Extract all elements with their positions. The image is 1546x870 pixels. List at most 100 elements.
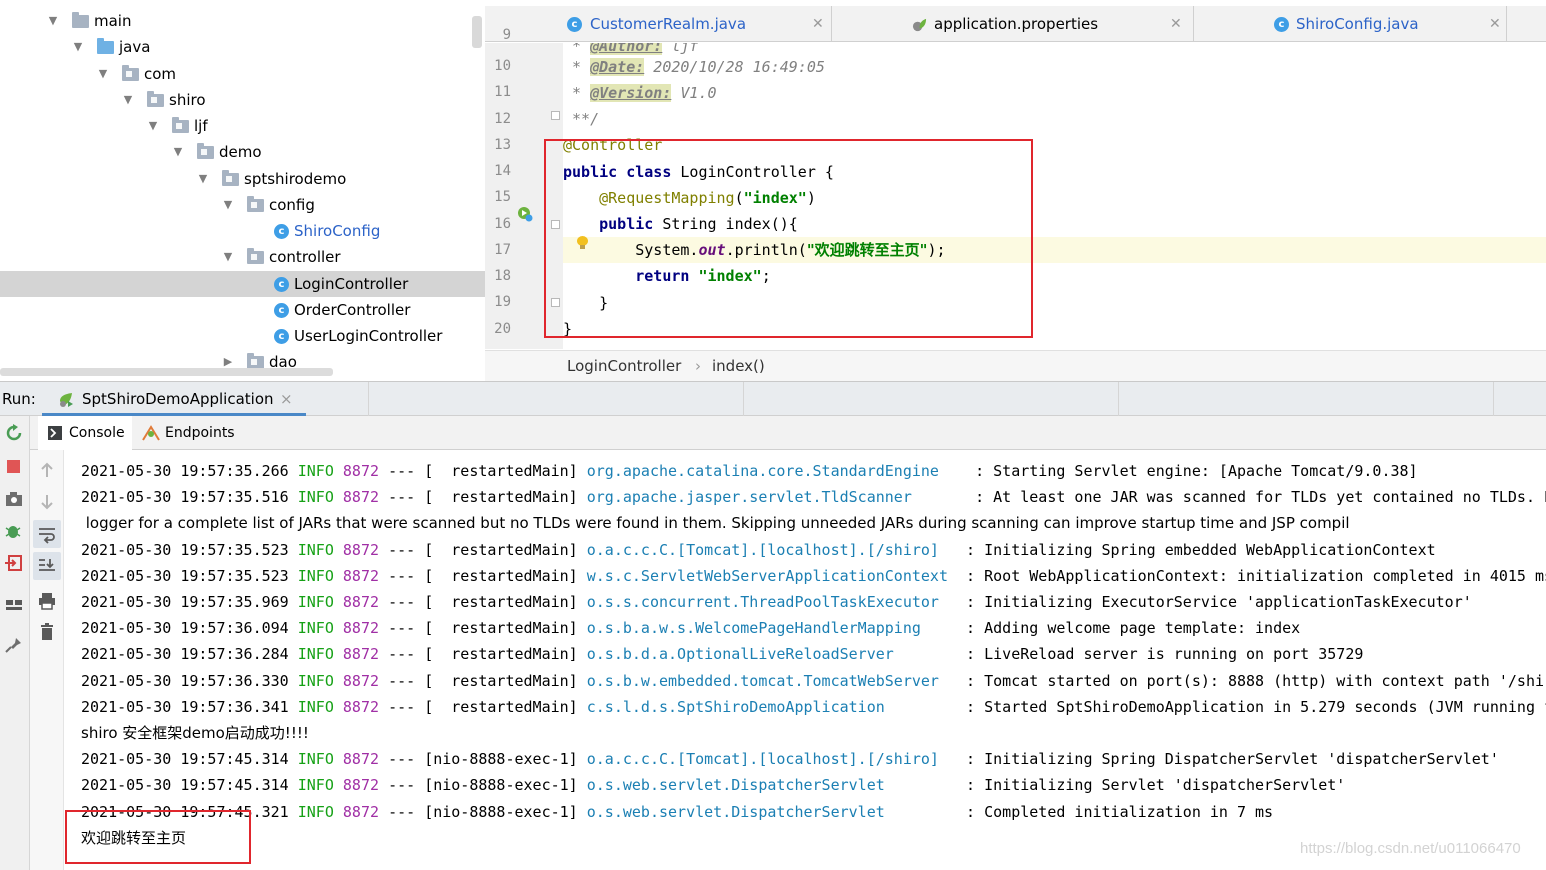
- tree-item-shiroconfig[interactable]: c ShiroConfig: [0, 218, 485, 244]
- tree-item-sptshirodemo[interactable]: ▼ sptshirodemo: [0, 166, 485, 192]
- log-logger[interactable]: o.s.web.servlet.DispatcherServlet: [587, 803, 957, 821]
- log-pid: 8872: [342, 645, 380, 664]
- class-icon: c: [567, 17, 582, 32]
- chevron-down-icon[interactable]: ▼: [146, 113, 160, 139]
- log-level: INFO: [297, 697, 334, 716]
- tree-item-main[interactable]: ▼ main: [0, 8, 485, 34]
- tab-label: Endpoints: [165, 425, 235, 441]
- tree-item-logincontroller[interactable]: c LoginController: [0, 271, 485, 297]
- tab-shiroconfig[interactable]: c ShiroConfig.java ✕: [1194, 6, 1507, 42]
- console-line: shiro 安全框架demo启动成功!!!!: [81, 720, 309, 746]
- tree-vertical-scrollbar[interactable]: [472, 16, 482, 48]
- console-line: 2021-05-30 19:57:35.516 INFO 8872 --- [ …: [81, 484, 1546, 510]
- chevron-down-icon[interactable]: ▼: [221, 192, 235, 218]
- log-pid: 8872: [342, 540, 380, 559]
- close-icon[interactable]: ✕: [1489, 6, 1501, 42]
- chevron-down-icon[interactable]: ▼: [196, 166, 210, 192]
- tree-item-controller[interactable]: ▼ controller: [0, 244, 485, 270]
- line-number: 10: [494, 58, 511, 74]
- tab-customerrealm[interactable]: c CustomerRealm.java ✕: [555, 6, 832, 42]
- run-config-name: SptShiroDemoApplication: [82, 390, 274, 408]
- spring-bean-gutter-icon[interactable]: [517, 206, 533, 222]
- chevron-down-icon[interactable]: ▼: [46, 8, 60, 34]
- close-icon[interactable]: ✕: [812, 6, 824, 42]
- log-logger[interactable]: o.s.web.servlet.DispatcherServlet: [587, 776, 957, 794]
- breadcrumb-item-class[interactable]: LoginController: [567, 351, 681, 382]
- tree-item-ordercontroller[interactable]: c OrderController: [0, 297, 485, 323]
- tab-label: ShiroConfig.java: [1296, 15, 1419, 33]
- log-separator: ---: [388, 802, 416, 821]
- tree-horizontal-scrollbar[interactable]: [0, 368, 333, 376]
- log-logger[interactable]: o.s.b.a.w.s.WelcomePageHandlerMapping: [587, 619, 957, 637]
- camera-icon[interactable]: [4, 490, 24, 508]
- class-icon: c: [274, 277, 289, 292]
- tree-item-ljf[interactable]: ▼ ljf: [0, 113, 485, 139]
- log-logger[interactable]: c.s.l.d.s.SptShiroDemoApplication: [587, 698, 957, 716]
- chevron-down-icon[interactable]: ▼: [96, 61, 110, 87]
- log-timestamp: 2021-05-30 19:57:36.284: [81, 645, 289, 664]
- log-thread: [ restartedMain]: [424, 540, 578, 559]
- tab-console[interactable]: Console: [38, 416, 132, 450]
- class-icon: c: [274, 303, 289, 318]
- log-logger[interactable]: o.s.b.w.embedded.tomcat.TomcatWebServer: [587, 672, 957, 690]
- code-line-11: * @Version: V1.0: [563, 84, 717, 102]
- breadcrumb: LoginController › index(): [485, 350, 1546, 381]
- log-separator: ---: [388, 540, 416, 559]
- close-icon[interactable]: ×: [280, 382, 293, 417]
- chevron-down-icon[interactable]: ▼: [171, 139, 185, 165]
- log-timestamp: 2021-05-30 19:57:36.341: [81, 697, 289, 716]
- exit-icon[interactable]: [4, 554, 24, 572]
- console-output[interactable]: 2021-05-30 19:57:35.266 INFO 8872 --- [ …: [64, 450, 1546, 870]
- log-logger[interactable]: o.s.b.d.a.OptionalLiveReloadServer: [587, 645, 957, 663]
- trash-icon[interactable]: [37, 622, 57, 642]
- line-number: 15: [494, 189, 511, 205]
- layout-icon[interactable]: [4, 596, 24, 614]
- tab-application-properties[interactable]: application.properties ✕: [832, 6, 1194, 42]
- soft-wrap-toggle[interactable]: [33, 520, 61, 548]
- tree-item-shiro[interactable]: ▼ shiro: [0, 87, 485, 113]
- log-separator: ---: [388, 488, 416, 507]
- run-config-tab[interactable]: SptShiroDemoApplication ×: [42, 382, 306, 417]
- chevron-down-icon[interactable]: ▼: [71, 34, 85, 60]
- arrow-up-icon[interactable]: [37, 460, 57, 480]
- log-message: : Initializing Servlet 'dispatcherServle…: [966, 776, 1346, 795]
- tree-item-demo[interactable]: ▼ demo: [0, 139, 485, 165]
- tab-endpoints[interactable]: Endpoints: [142, 416, 252, 450]
- log-pid: 8872: [342, 462, 380, 480]
- rerun-icon[interactable]: [4, 424, 24, 442]
- stop-icon[interactable]: [4, 458, 24, 476]
- line-number: 18: [494, 268, 511, 284]
- log-logger[interactable]: o.a.c.c.C.[Tomcat].[localhost].[/shiro]: [587, 750, 957, 768]
- breadcrumb-item-method[interactable]: index(): [712, 351, 765, 382]
- print-icon[interactable]: [37, 591, 57, 611]
- log-logger[interactable]: w.s.c.ServletWebServerApplicationContext: [587, 567, 957, 585]
- log-thread: [nio-8888-exec-1]: [424, 776, 578, 795]
- divider: [743, 382, 744, 417]
- scroll-to-end-toggle[interactable]: [33, 552, 61, 580]
- tree-item-userlogincontroller[interactable]: c UserLoginController: [0, 323, 485, 349]
- log-timestamp: 2021-05-30 19:57:45.314: [81, 750, 289, 769]
- log-level: INFO: [297, 802, 334, 821]
- log-message: : Root WebApplicationContext: initializa…: [966, 566, 1546, 585]
- code-line-10: * @Date: 2020/10/28 16:49:05: [563, 58, 825, 76]
- log-logger[interactable]: o.s.s.concurrent.ThreadPoolTaskExecutor: [587, 593, 957, 611]
- log-pid: 8872: [342, 671, 380, 690]
- log-logger[interactable]: org.apache.jasper.servlet.TldScanner: [587, 488, 966, 506]
- tree-item-config[interactable]: ▼ config: [0, 192, 485, 218]
- log-thread: [ restartedMain]: [424, 697, 578, 716]
- pin-icon[interactable]: [4, 636, 24, 654]
- tree-item-java[interactable]: ▼ java: [0, 34, 485, 60]
- close-icon[interactable]: ✕: [1170, 6, 1182, 42]
- log-logger[interactable]: o.a.c.c.C.[Tomcat].[localhost].[/shiro]: [587, 541, 957, 559]
- class-icon: c: [1274, 17, 1289, 32]
- chevron-down-icon[interactable]: ▼: [121, 87, 135, 113]
- tree-item-com[interactable]: ▼ com: [0, 61, 485, 87]
- fold-marker-icon[interactable]: [551, 111, 560, 120]
- arrow-down-icon[interactable]: [37, 492, 57, 512]
- log-thread: [ restartedMain]: [424, 488, 578, 507]
- log-logger[interactable]: org.apache.catalina.core.StandardEngine: [587, 462, 966, 480]
- debug-bug-icon[interactable]: [4, 522, 24, 540]
- folder-icon: [72, 12, 89, 28]
- chevron-down-icon[interactable]: ▼: [221, 244, 235, 270]
- log-timestamp: 2021-05-30 19:57:35.523: [81, 540, 289, 559]
